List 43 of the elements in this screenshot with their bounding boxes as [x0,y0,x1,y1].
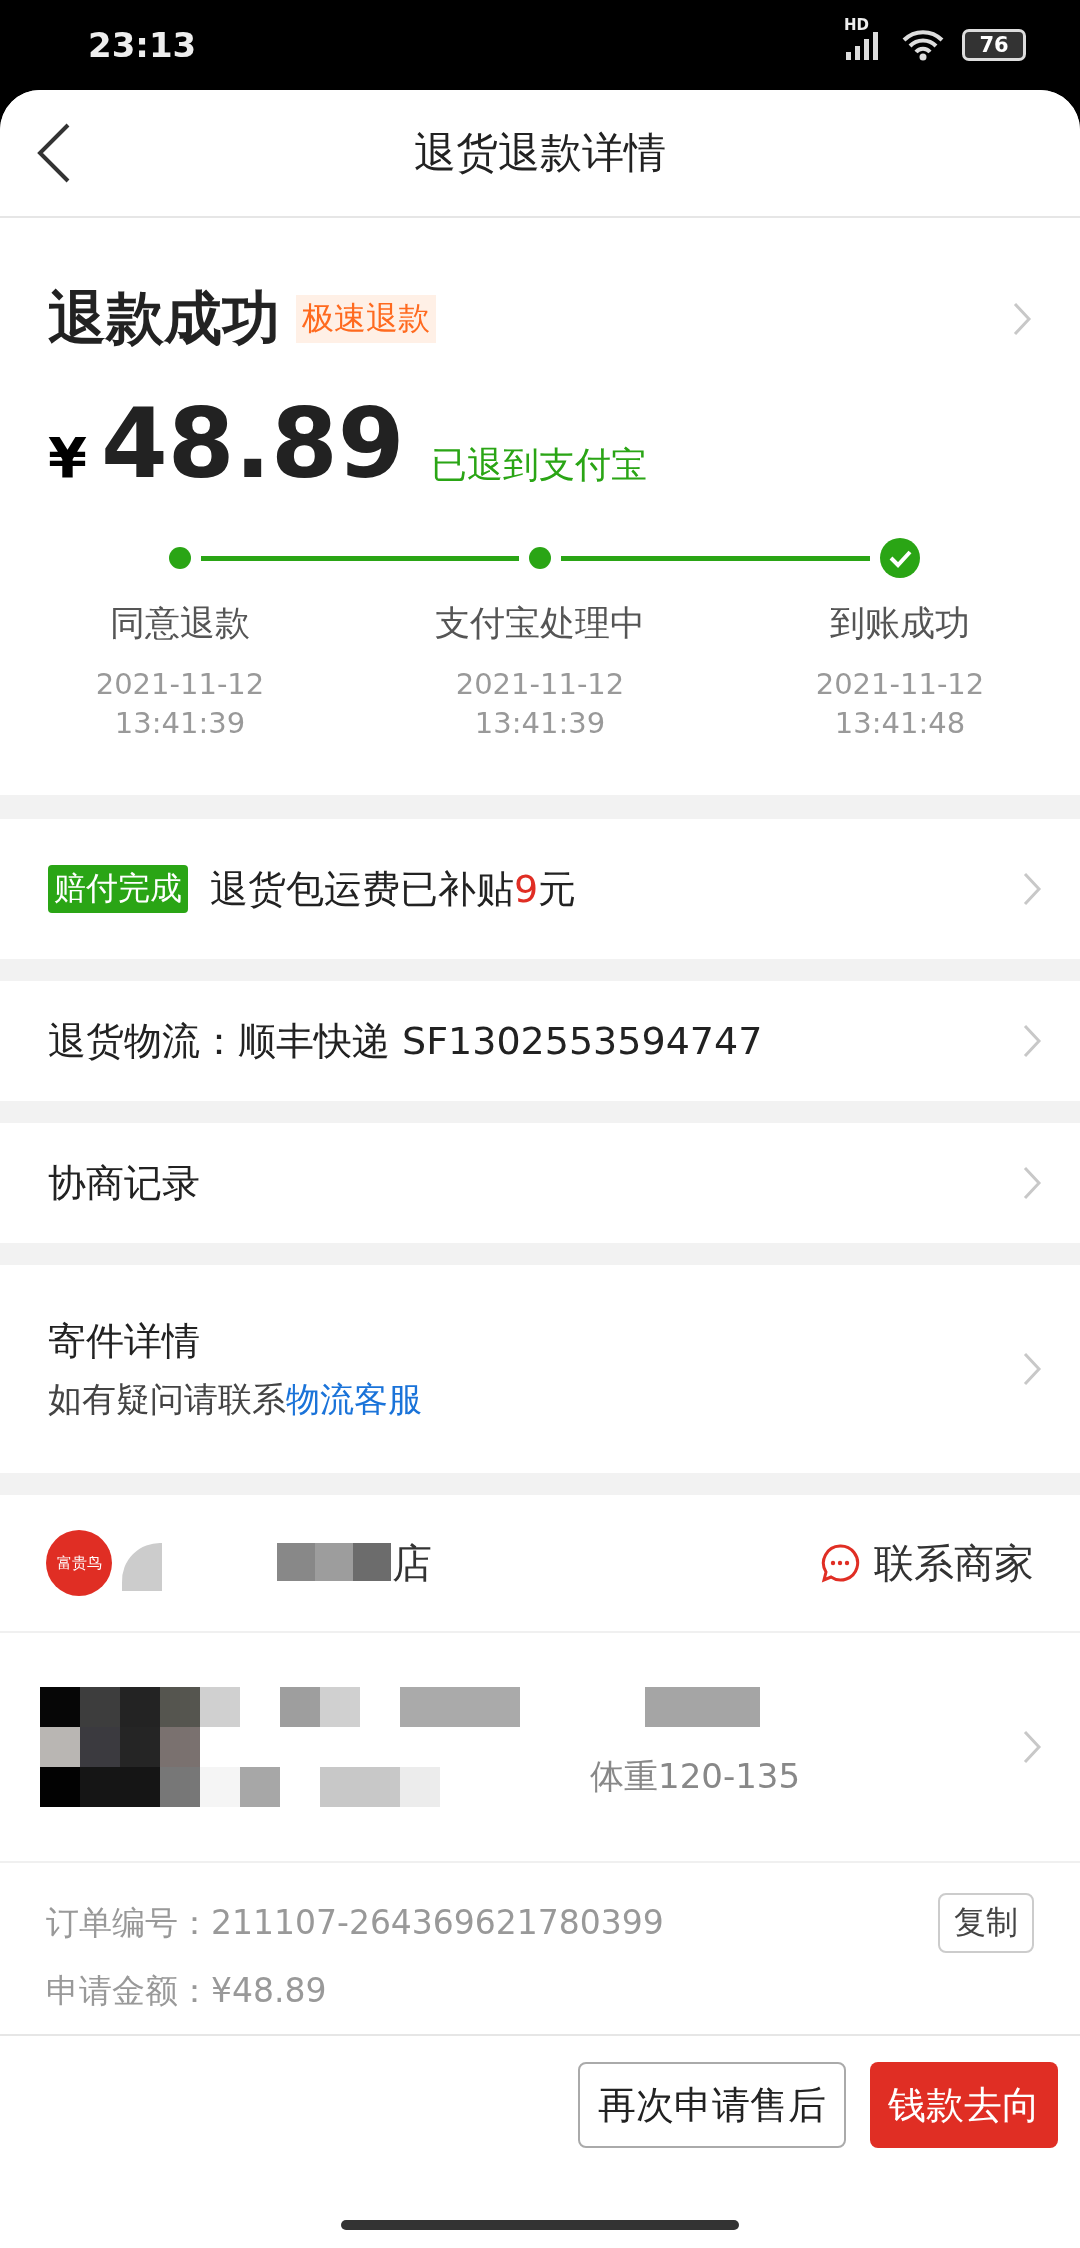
chevron-right-icon [1022,1729,1042,1766]
store-logo: 富贵鸟 [46,1530,112,1597]
back-icon[interactable] [36,123,72,183]
chevron-right-icon [1022,1351,1042,1388]
chevron-right-icon [1012,301,1032,337]
row-text: 退货包运费已补贴9元 [210,865,577,913]
step-dot-icon [169,547,191,569]
refund-destination: 已退到支付宝 [430,443,647,487]
chat-bubble-icon[interactable] [820,1543,860,1584]
clock-time: 23:13 [88,25,198,65]
order-number: 订单编号：211107-264369621780399 [46,1901,664,1944]
requested-amount: 申请金额：¥48.89 [46,1970,328,2013]
help-text: 如有疑问请联系物流客服 [48,1377,423,1421]
step-label: 支付宝处理中 [435,602,645,645]
chevron-right-icon [1022,1023,1042,1060]
product-title: 体重120-135 [590,1755,801,1799]
copy-button[interactable]: 复制 [938,1893,1034,1954]
refund-status: 退款成功 [48,283,280,354]
row-title: 协商记录 [48,1159,201,1207]
speed-tag: 极速退款 [296,295,436,343]
currency-symbol: ¥ [48,425,87,490]
page-title: 退货退款详情 [413,127,667,179]
row-title: 退货物流：顺丰快递 SF1302553594747 [48,1017,764,1065]
action-button[interactable]: 再次申请售后 [578,2062,846,2149]
step-label: 到账成功 [830,602,970,645]
action-button[interactable]: 钱款去向 [870,2062,1058,2149]
chevron-right-icon [1022,1165,1042,1202]
step-dot-icon [529,547,551,569]
step-label: 同意退款 [110,602,250,645]
step-timestamp: 2021-11-12 13:41:48 [815,666,985,743]
store-name: 店 [392,1538,432,1588]
battery-indicator: 76 [962,29,1026,61]
chevron-right-icon [1022,871,1042,908]
compensation-tag: 赔付完成 [48,865,188,914]
refund-amount: 48.89 [100,388,405,500]
row-title: 寄件详情 [48,1317,201,1365]
wifi-icon [902,29,944,61]
customer-service-link[interactable]: 物流客服 [286,1378,422,1419]
step-timestamp: 2021-11-12 13:41:39 [455,666,625,743]
step-timestamp: 2021-11-12 13:41:39 [95,666,265,743]
network-type-label: HD [844,16,869,34]
step-check-icon [880,538,920,578]
contact-seller-link[interactable]: 联系商家 [874,1535,1034,1591]
